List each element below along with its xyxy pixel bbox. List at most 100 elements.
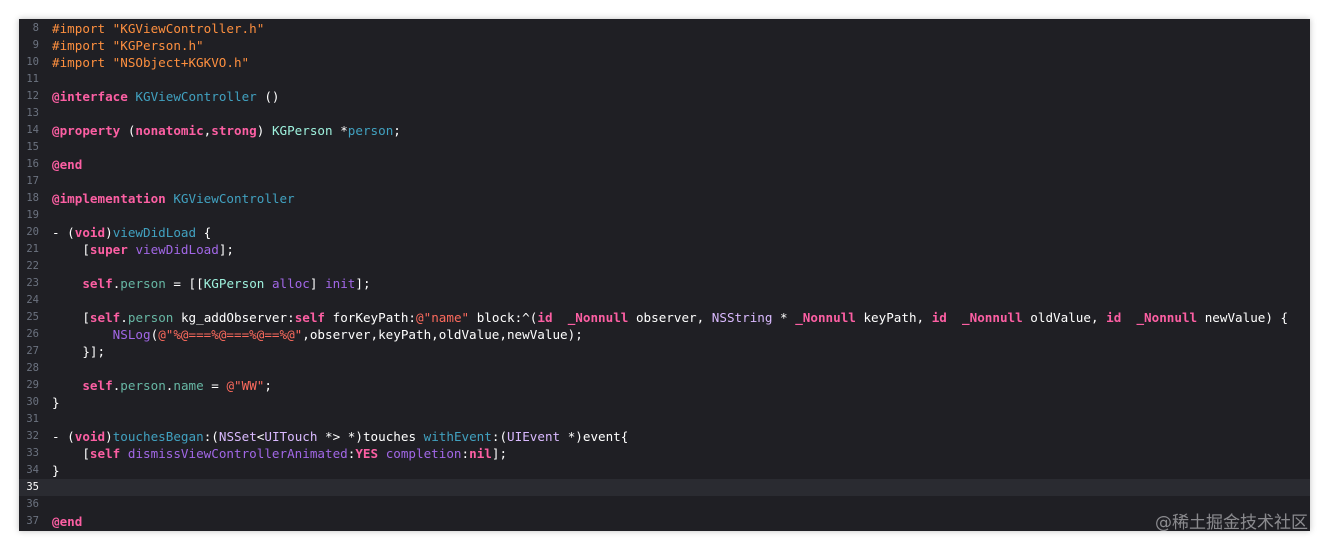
code-line[interactable]: 21 [super viewDidLoad]; — [19, 241, 1310, 258]
code-token: nil — [469, 446, 492, 461]
code-token: alloc — [271, 276, 310, 291]
code-text: - (void)touchesBegan:(NSSet<UITouch *> *… — [52, 428, 628, 445]
code-text: [self.person kg_addObserver:self forKeyP… — [52, 309, 1288, 326]
code-token: ] — [309, 276, 326, 291]
code-line[interactable]: 15 — [19, 139, 1310, 156]
code-line[interactable]: 18 @implementation KGViewController — [19, 190, 1310, 207]
line-number: 30 — [26, 396, 39, 408]
code-line[interactable]: 9 #import "KGPerson.h" — [19, 37, 1310, 54]
code-line[interactable]: 32 - (void)touchesBegan:(NSSet<UITouch *>… — [19, 428, 1310, 445]
code-token: UIEvent — [507, 429, 561, 444]
code-token: KGViewController — [173, 191, 295, 206]
code-text: - (void)viewDidLoad { — [52, 224, 211, 241]
line-number: 17 — [26, 175, 39, 187]
code-token: observer, — [628, 310, 712, 325]
code-token: ) — [105, 225, 113, 240]
line-number: 24 — [26, 294, 39, 306]
line-number: 33 — [26, 447, 39, 459]
code-token: #import "NSObject+KGKVO.h" — [52, 55, 250, 70]
code-line[interactable]: 14 @property (nonatomic,strong) KGPerson … — [19, 122, 1310, 139]
code-line[interactable]: 25 [self.person kg_addObserver:self forK… — [19, 309, 1310, 326]
code-text: } — [52, 462, 60, 479]
code-text: self.person.name = @"WW"; — [52, 377, 272, 394]
code-token: } — [52, 395, 60, 410]
code-token: touchesBegan — [112, 429, 204, 444]
code-line[interactable]: 23 self.person = [[KGPerson alloc] init]… — [19, 275, 1310, 292]
code-token: void — [74, 225, 106, 240]
code-line[interactable]: 34} — [19, 462, 1310, 479]
line-number: 32 — [26, 430, 39, 442]
code-token: ( — [120, 123, 136, 138]
code-line[interactable]: 30} — [19, 394, 1310, 411]
code-token: UITouch — [264, 429, 318, 444]
code-line[interactable]: 24 — [19, 292, 1310, 309]
code-token: _Nonnull — [1136, 310, 1198, 325]
code-token: oldValue, — [1022, 310, 1107, 325]
code-line[interactable]: 28 — [19, 360, 1310, 377]
code-line[interactable]: 16 @end — [19, 156, 1310, 173]
code-line[interactable]: 11 — [19, 71, 1310, 88]
code-line[interactable]: 8 #import "KGViewController.h" — [19, 20, 1310, 37]
code-token: forKeyPath: — [325, 310, 417, 325]
code-token: viewDidLoad — [112, 225, 197, 240]
code-token: @"name" — [416, 310, 470, 325]
code-text: [self dismissViewControllerAnimated:YES … — [52, 445, 507, 462]
line-number: 20 — [26, 226, 39, 238]
line-number: 35 — [26, 481, 39, 493]
line-number: 37 — [26, 515, 39, 527]
code-line[interactable]: 35 — [19, 479, 1310, 496]
code-line[interactable]: 19 — [19, 207, 1310, 224]
code-token: : — [461, 446, 470, 461]
code-token: ; — [393, 123, 401, 138]
code-line[interactable]: 36 — [19, 496, 1310, 513]
code-token: name — [173, 378, 204, 393]
code-token: @"WW" — [226, 378, 265, 393]
code-token: @end — [52, 157, 83, 172]
code-token: }]; — [52, 344, 106, 359]
code-line[interactable]: 12 @interface KGViewController () — [19, 88, 1310, 105]
code-line[interactable]: 27 }]; — [19, 343, 1310, 360]
line-number: 36 — [26, 498, 39, 510]
line-number: 9 — [32, 39, 39, 51]
code-text: #import "NSObject+KGKVO.h" — [52, 54, 249, 71]
code-line[interactable]: 37 @end — [19, 513, 1310, 530]
code-token: [ — [52, 310, 90, 325]
code-editor[interactable]: 8 #import "KGViewController.h" 9 #import "K… — [19, 19, 1310, 531]
code-token: @property — [52, 123, 121, 138]
code-token: person — [120, 378, 166, 393]
code-text: [super viewDidLoad]; — [52, 241, 234, 258]
code-token: _Nonnull — [795, 310, 856, 325]
code-line[interactable]: 20 - (void)viewDidLoad { — [19, 224, 1310, 241]
line-number: 27 — [26, 345, 39, 357]
line-number: 18 — [26, 192, 39, 204]
code-token: kg_addObserver: — [173, 310, 295, 325]
code-line[interactable]: 29 self.person.name = @"WW"; — [19, 377, 1310, 394]
code-line[interactable]: 22 — [19, 258, 1310, 275]
line-number: 14 — [26, 124, 39, 136]
code-text: #import "KGPerson.h" — [52, 37, 204, 54]
line-number: 34 — [26, 464, 39, 476]
code-token: KGPerson — [203, 276, 265, 291]
code-token: self — [89, 310, 121, 325]
code-token: = — [203, 378, 227, 393]
code-line[interactable]: 31 — [19, 411, 1310, 428]
code-token: strong — [211, 123, 257, 138]
code-line[interactable]: 10 #import "NSObject+KGKVO.h" — [19, 54, 1310, 71]
code-line[interactable]: 13 — [19, 105, 1310, 122]
code-token: NSString — [711, 310, 773, 325]
code-line[interactable]: 26 NSLog(@"%@===%@===%@==%@",observer,ke… — [19, 326, 1310, 343]
code-token: @implementation — [52, 191, 166, 206]
code-text: @end — [52, 513, 82, 530]
code-token: keyPath, — [855, 310, 932, 325]
code-token: super — [89, 242, 128, 257]
code-token: viewDidLoad — [135, 242, 219, 257]
code-token: nonatomic — [135, 123, 204, 138]
code-token: - ( — [52, 429, 75, 444]
code-line[interactable]: 17 — [19, 173, 1310, 190]
code-token: @end — [52, 514, 83, 529]
code-line[interactable]: 33 [self dismissViewControllerAnimated: Y… — [19, 445, 1310, 462]
